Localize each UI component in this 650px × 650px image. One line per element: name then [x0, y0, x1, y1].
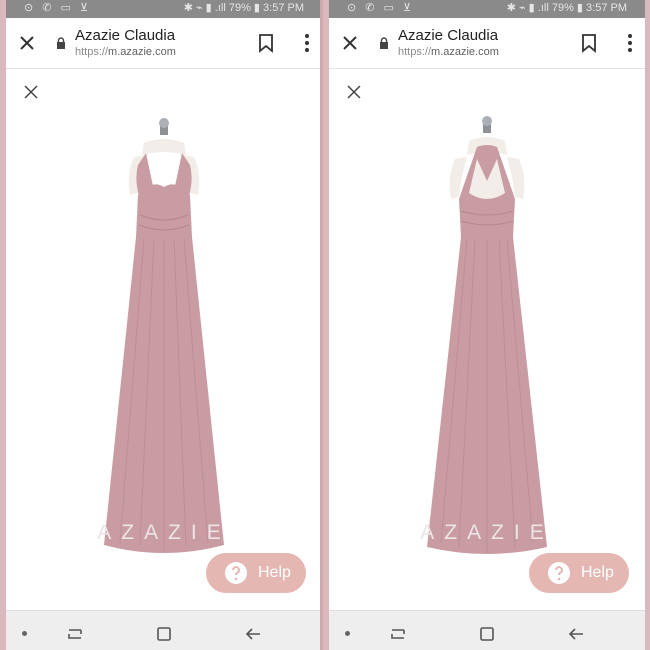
product-image-viewer: AZAZIE Help [329, 69, 645, 609]
back-icon[interactable] [244, 625, 262, 643]
recent-apps-icon[interactable] [389, 626, 407, 642]
url-host: m.azazie.com [108, 46, 176, 58]
status-notification-icons: ⊙ ✆ ▭ ⊻ [347, 2, 415, 14]
back-icon[interactable] [567, 625, 585, 643]
product-image-viewer: AZAZIE Help [6, 69, 322, 609]
page-title: Azazie Claudia [398, 27, 499, 44]
dress-front-image [104, 118, 224, 553]
page-url: https://m.azazie.com [398, 46, 499, 58]
help-label: Help [581, 564, 614, 581]
help-question-icon [548, 562, 570, 584]
more-options-icon[interactable] [304, 33, 310, 53]
dress-back-image [427, 116, 547, 554]
close-viewer-icon[interactable] [22, 83, 40, 101]
help-question-icon [225, 562, 247, 584]
lock-icon [380, 37, 388, 49]
bookmark-icon[interactable] [258, 33, 274, 53]
help-button[interactable]: Help [206, 553, 306, 593]
help-label: Help [258, 564, 291, 581]
url-scheme: https:// [75, 46, 109, 58]
url-host: m.azazie.com [431, 46, 499, 58]
phone-screen-right: ⊙ ✆ ▭ ⊻ ✱ ⌁ ▮ .ıll 79% ▮ 3:57 PM Azazie … [329, 0, 645, 650]
android-nav-bar [6, 610, 322, 650]
browser-toolbar: Azazie Claudia https://m.azazie.com [329, 18, 645, 69]
home-icon[interactable] [479, 626, 495, 642]
close-tab-icon[interactable] [16, 32, 38, 54]
status-system-info: ✱ ⌁ ▮ .ıll 79% ▮ 3:57 PM [183, 2, 304, 14]
browser-toolbar: Azazie Claudia https://m.azazie.com [6, 18, 322, 69]
close-viewer-icon[interactable] [345, 83, 363, 101]
close-tab-icon[interactable] [339, 32, 361, 54]
status-bar: ⊙ ✆ ▭ ⊻ ✱ ⌁ ▮ .ıll 79% ▮ 3:57 PM [6, 0, 322, 18]
home-icon[interactable] [156, 626, 172, 642]
phone-screen-left: ⊙ ✆ ▭ ⊻ ✱ ⌁ ▮ .ıll 79% ▮ 3:57 PM Azazie … [6, 0, 322, 650]
help-button[interactable]: Help [529, 553, 629, 593]
nav-dot-indicator [345, 631, 350, 636]
status-system-info: ✱ ⌁ ▮ .ıll 79% ▮ 3:57 PM [506, 2, 627, 14]
lock-icon [57, 37, 65, 49]
android-nav-bar [329, 610, 645, 650]
page-title: Azazie Claudia [75, 27, 176, 44]
url-scheme: https:// [398, 46, 432, 58]
screenshot-divider [320, 0, 323, 650]
more-options-icon[interactable] [627, 33, 633, 53]
nav-dot-indicator [22, 631, 27, 636]
recent-apps-icon[interactable] [66, 626, 84, 642]
brand-watermark: AZAZIE [97, 521, 231, 544]
status-notification-icons: ⊙ ✆ ▭ ⊻ [24, 2, 92, 14]
status-bar: ⊙ ✆ ▭ ⊻ ✱ ⌁ ▮ .ıll 79% ▮ 3:57 PM [329, 0, 645, 18]
page-url: https://m.azazie.com [75, 46, 176, 58]
brand-watermark: AZAZIE [420, 521, 554, 544]
bookmark-icon[interactable] [581, 33, 597, 53]
